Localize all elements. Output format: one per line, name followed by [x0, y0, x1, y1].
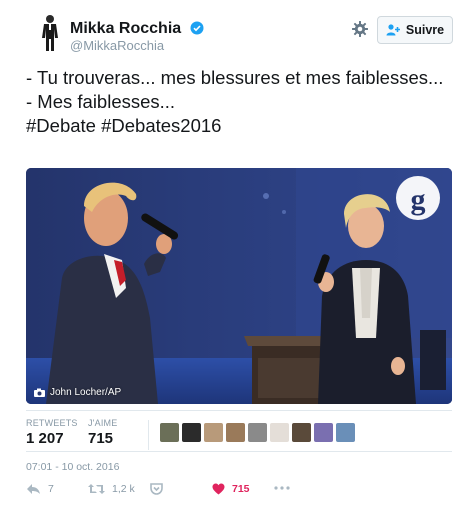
camera-icon — [34, 388, 45, 397]
tweet-line: - Mes faiblesses... — [26, 91, 176, 112]
more-button[interactable] — [274, 486, 290, 490]
likes-stat[interactable]: J'AIME 715 — [88, 418, 117, 447]
divider — [26, 451, 452, 452]
photo-credit: John Locher/AP — [34, 387, 121, 398]
liker-avatar[interactable] — [204, 423, 223, 442]
follow-button[interactable]: Suivre — [377, 16, 453, 44]
liker-avatar[interactable] — [336, 423, 355, 442]
tweet-timestamp[interactable]: 07:01 - 10 oct. 2016 — [26, 461, 119, 473]
like-count: 715 — [232, 483, 250, 495]
like-button[interactable]: 715 — [212, 483, 250, 495]
liker-avatar[interactable] — [182, 423, 201, 442]
hashtag-link[interactable]: #Debates2016 — [101, 115, 221, 136]
liker-avatar[interactable] — [292, 423, 311, 442]
tweet-text: - Tu trouveras... mes blessures et mes f… — [26, 66, 456, 138]
retweets-stat[interactable]: RETWEETS 1 207 — [26, 418, 78, 447]
liker-avatar[interactable] — [314, 423, 333, 442]
retweet-button[interactable]: 1,2 k — [88, 483, 135, 495]
retweet-count: 1,2 k — [112, 483, 135, 495]
reply-button[interactable]: 7 — [26, 483, 54, 495]
heart-icon — [212, 483, 225, 495]
tweet-actions: 7 1,2 k 715 — [26, 483, 452, 501]
liker-avatars — [160, 423, 355, 442]
divider — [26, 410, 452, 411]
liker-avatar[interactable] — [270, 423, 289, 442]
publisher-watermark: g — [411, 183, 426, 216]
gear-icon[interactable] — [351, 20, 369, 38]
more-icon — [274, 486, 290, 490]
avatar[interactable] — [37, 14, 63, 52]
debate-photo: g — [26, 168, 452, 404]
pocket-icon — [150, 483, 163, 495]
tweet-stats: RETWEETS 1 207 J'AIME 715 — [26, 414, 452, 454]
tweet-photo[interactable]: g John Locher/AP — [26, 168, 452, 404]
verified-badge-icon — [190, 21, 204, 35]
add-user-icon — [386, 24, 400, 36]
retweets-count: 1 207 — [26, 430, 64, 447]
display-name[interactable]: Mikka Rocchia — [70, 20, 204, 38]
likes-label: J'AIME — [88, 418, 118, 428]
photo-credit-text: John Locher/AP — [50, 387, 122, 398]
display-name-text[interactable]: Mikka Rocchia — [70, 20, 181, 37]
follow-label: Suivre — [405, 23, 445, 37]
hashtag-link[interactable]: #Debate — [26, 115, 96, 136]
retweets-label: RETWEETS — [26, 418, 78, 428]
reply-icon — [27, 484, 40, 494]
stat-divider — [148, 420, 149, 450]
liker-avatar[interactable] — [160, 423, 179, 442]
tweet-line: - Tu trouveras... mes blessures et mes f… — [26, 67, 444, 88]
user-handle[interactable]: @MikkaRocchia — [70, 38, 164, 53]
likes-count: 715 — [88, 430, 114, 447]
liker-avatar[interactable] — [226, 423, 245, 442]
retweet-icon — [88, 484, 105, 494]
liker-avatar[interactable] — [248, 423, 267, 442]
tweet-header: Mikka Rocchia @MikkaRocchia Suivre — [0, 0, 474, 62]
reply-count: 7 — [48, 483, 54, 495]
save-button[interactable] — [150, 483, 163, 495]
